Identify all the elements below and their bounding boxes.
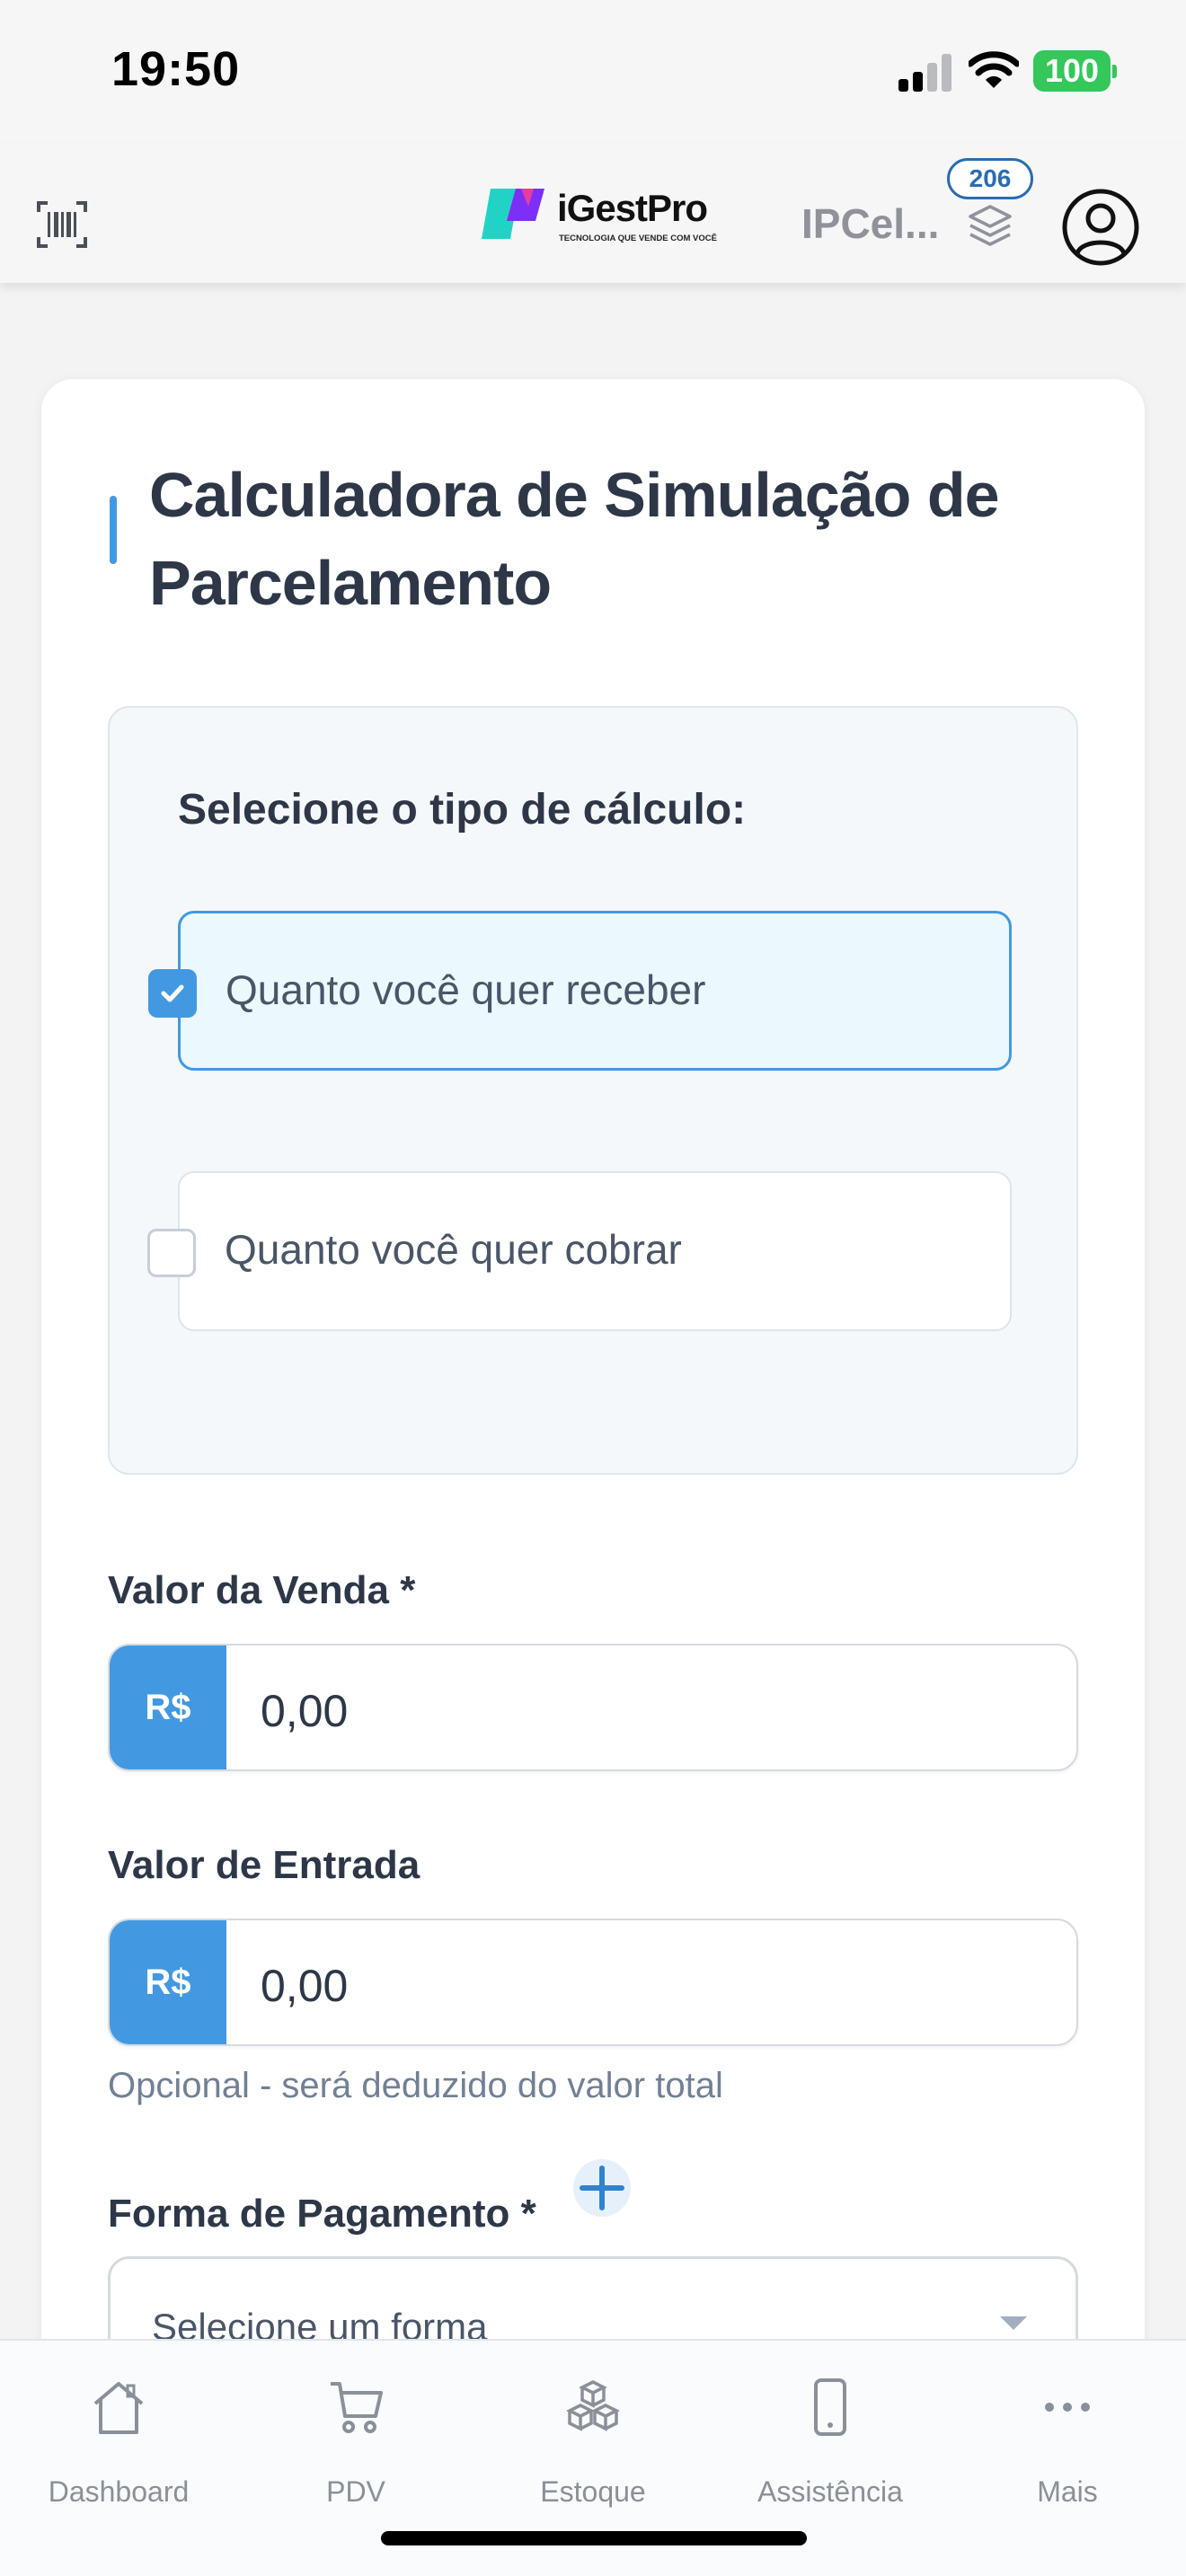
checkbox-checked-icon[interactable]	[148, 969, 197, 1018]
layers-icon[interactable]	[967, 203, 1013, 248]
option-charge[interactable]: Quanto você quer cobrar	[147, 1171, 1012, 1331]
nav-estoque-label: Estoque	[540, 2475, 646, 2508]
down-payment-input[interactable]: R$ 0,00	[108, 1919, 1078, 2046]
nav-dashboard-label: Dashboard	[48, 2475, 190, 2508]
down-payment-help: Opcional - será deduzido do valor total	[108, 2066, 723, 2105]
chevron-down-icon	[1000, 2316, 1027, 2330]
battery-level: 100	[1044, 52, 1100, 89]
status-bar: 19:50 100	[0, 0, 1186, 144]
boxes-icon	[566, 2380, 620, 2431]
title-accent-bar	[110, 496, 117, 564]
nav-assistencia[interactable]: Assistência	[712, 2377, 949, 2538]
nav-pdv-label: PDV	[326, 2475, 385, 2508]
battery-icon: 100	[1033, 50, 1111, 92]
battery-tip	[1112, 65, 1117, 78]
sale-value-field[interactable]: 0,00	[261, 1685, 348, 1737]
add-payment-method-icon[interactable]	[573, 2159, 631, 2217]
nav-mais-label: Mais	[1037, 2475, 1098, 2508]
payment-method-label: Forma de Pagamento *	[108, 2192, 536, 2236]
sale-value-label: Valor da Venda *	[108, 1568, 416, 1612]
down-payment-label: Valor de Entrada	[108, 1843, 420, 1887]
calculation-type-box: Selecione o tipo de cálculo: Quanto você…	[108, 706, 1078, 1475]
more-icon	[1045, 2403, 1090, 2412]
nav-dashboard[interactable]: Dashboard	[0, 2377, 237, 2538]
option-receive-label: Quanto você quer receber	[226, 966, 706, 1013]
sale-value-input[interactable]: R$ 0,00	[108, 1644, 1078, 1771]
wifi-icon	[969, 51, 1019, 88]
nav-estoque[interactable]: Estoque	[474, 2377, 712, 2538]
app-screen: 19:50 100 iGestPro TECNOLOGIA QUE VENDE …	[0, 0, 1186, 2576]
company-name[interactable]: IPCel...	[801, 199, 939, 248]
calculator-card: Calculadora de Simulação de Parcelamento…	[41, 379, 1145, 2445]
igestpro-logo[interactable]: iGestPro TECNOLOGIA QUE VENDE COM VOCÊ	[482, 183, 717, 255]
status-time: 19:50	[111, 42, 241, 96]
logo-text: iGestPro	[557, 187, 708, 229]
calculation-type-label: Selecione o tipo de cálculo:	[178, 786, 747, 834]
phone-icon	[814, 2378, 846, 2436]
home-icon	[93, 2382, 144, 2434]
signal-icon	[898, 52, 954, 92]
currency-prefix: R$	[110, 1645, 226, 1769]
nav-assistencia-label: Assistência	[757, 2475, 903, 2508]
down-payment-field[interactable]: 0,00	[261, 1960, 348, 2012]
page-title: Calculadora de Simulação de Parcelamento	[149, 460, 1000, 618]
currency-prefix: R$	[110, 1920, 226, 2044]
logo-tagline: TECNOLOGIA QUE VENDE COM VOCÊ	[559, 234, 717, 243]
app-header: iGestPro TECNOLOGIA QUE VENDE COM VOCÊ I…	[0, 144, 1186, 283]
barcode-scanner-icon[interactable]	[36, 199, 88, 250]
nav-mais[interactable]: Mais	[949, 2377, 1186, 2538]
option-receive[interactable]: Quanto você quer receber	[148, 911, 1012, 1071]
checkbox-unchecked-icon[interactable]	[147, 1229, 196, 1277]
notification-badge[interactable]: 206	[947, 158, 1033, 199]
option-charge-label: Quanto você quer cobrar	[225, 1226, 682, 1273]
cart-icon	[331, 2382, 383, 2433]
nav-pdv[interactable]: PDV	[237, 2377, 474, 2538]
logo-mark-icon	[482, 189, 544, 239]
user-avatar-icon[interactable]	[1060, 187, 1141, 268]
home-indicator	[381, 2531, 807, 2545]
